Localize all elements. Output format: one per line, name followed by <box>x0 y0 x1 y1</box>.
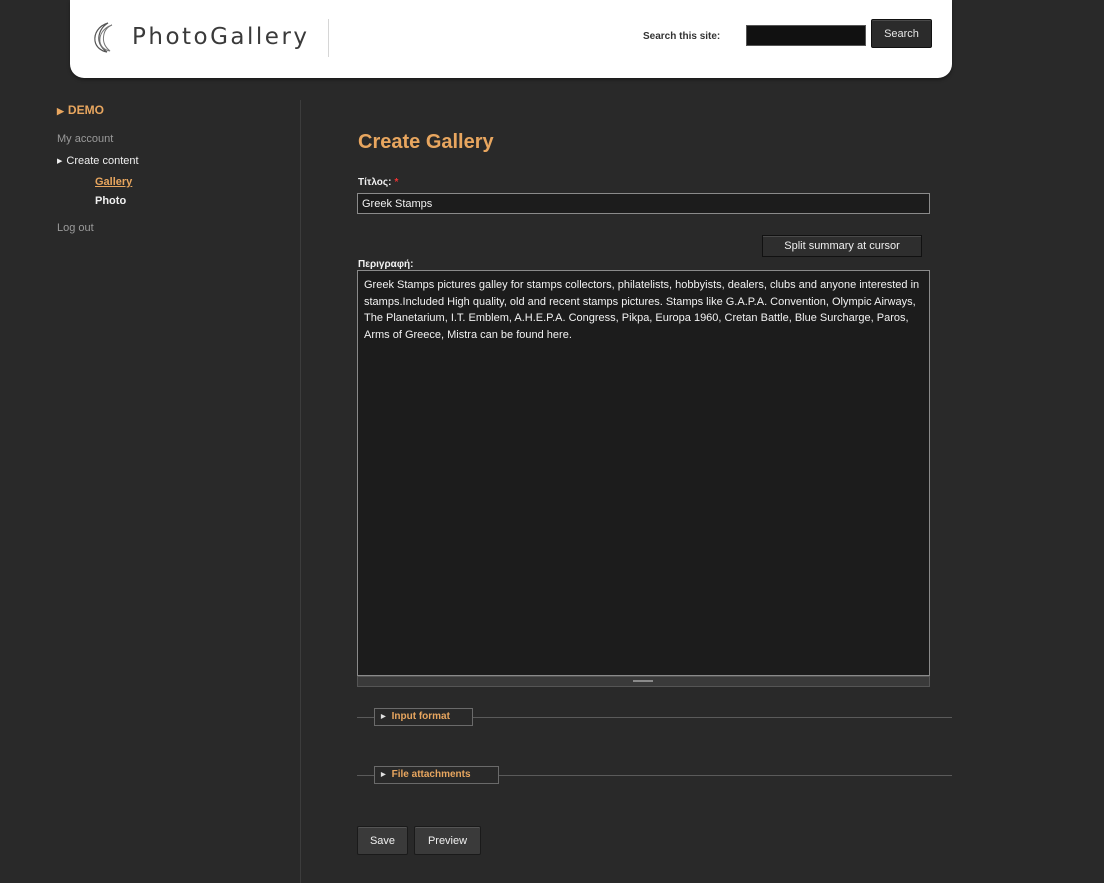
triangle-right-icon: ▶ <box>381 772 386 778</box>
file-attachments-toggle[interactable]: ▶ File attachments <box>374 766 499 784</box>
search-input[interactable] <box>746 25 866 46</box>
sidebar-item-gallery[interactable]: Gallery <box>95 176 132 188</box>
sidebar-item-my-account[interactable]: My account <box>57 133 113 145</box>
title-label: Τίτλος: * <box>358 177 398 188</box>
sidebar-user-label: DEMO <box>67 103 104 117</box>
site-logo[interactable]: PhotoGallery <box>88 17 310 57</box>
save-button[interactable]: Save <box>357 826 408 855</box>
fieldset-line <box>499 775 952 776</box>
vertical-divider <box>300 100 301 883</box>
sidebar-user-heading[interactable]: ▶ DEMO <box>57 103 104 117</box>
required-mark: * <box>394 177 399 188</box>
title-field[interactable] <box>357 193 930 214</box>
title-label-text: Τίτλος: <box>358 177 392 188</box>
input-format-toggle[interactable]: ▶ Input format <box>374 708 473 726</box>
logo-divider <box>328 19 329 57</box>
preview-button[interactable]: Preview <box>414 826 481 855</box>
triangle-right-icon: ▶ <box>57 158 63 165</box>
description-textarea[interactable]: Greek Stamps pictures galley for stamps … <box>357 270 930 676</box>
triangle-right-icon: ▶ <box>57 106 64 116</box>
search-button[interactable]: Search <box>871 19 932 48</box>
description-label: Περιγραφή: <box>358 259 414 270</box>
sidebar-item-log-out[interactable]: Log out <box>57 222 94 234</box>
logo-text: PhotoGallery <box>132 24 310 50</box>
page-title: Create Gallery <box>358 131 494 153</box>
split-summary-button[interactable]: Split summary at cursor <box>762 235 922 257</box>
sidebar-item-label: Create content <box>66 155 139 167</box>
crescent-logo-icon <box>94 22 113 53</box>
fieldset-line <box>357 775 374 776</box>
search-label: Search this site: <box>643 31 721 42</box>
fieldset-line <box>357 717 374 718</box>
sidebar-item-photo[interactable]: Photo <box>95 195 126 207</box>
input-format-label: Input format <box>391 711 450 722</box>
file-attachments-label: File attachments <box>391 769 471 780</box>
fieldset-line <box>473 717 952 718</box>
grip-icon <box>633 680 653 682</box>
textarea-resize-handle[interactable] <box>357 676 930 687</box>
site-header: PhotoGallery Search this site: Search <box>70 0 952 78</box>
sidebar-item-create-content[interactable]: ▶ Create content <box>57 155 139 167</box>
triangle-right-icon: ▶ <box>381 714 386 720</box>
